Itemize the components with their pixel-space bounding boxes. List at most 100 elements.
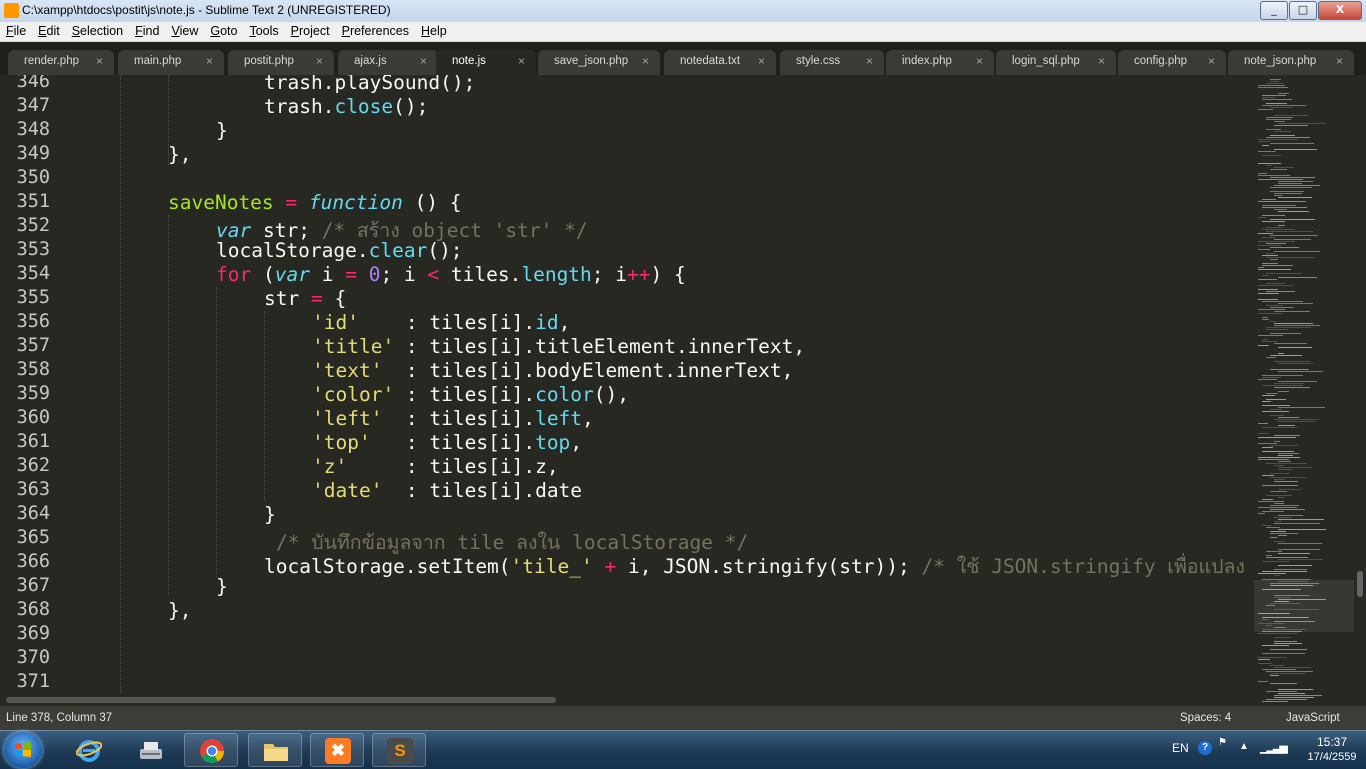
minimap-line — [1270, 673, 1306, 674]
window-controls: _ □ X — [1260, 1, 1362, 20]
code-line: localStorage.clear(); — [216, 239, 463, 262]
tab-index-php[interactable]: index.php × — [886, 50, 994, 75]
minimap[interactable] — [1254, 75, 1366, 706]
indent-guide — [264, 311, 265, 501]
tab-postit-php[interactable]: postit.php × — [228, 50, 334, 75]
minimap-line — [1266, 129, 1281, 130]
tab-close-icon[interactable]: × — [1336, 54, 1343, 68]
tab-close-icon[interactable]: × — [96, 54, 103, 68]
minimap-line — [1274, 167, 1294, 168]
tab-close-icon[interactable]: × — [642, 54, 649, 68]
minimap-line — [1274, 193, 1302, 194]
minimap-line — [1274, 311, 1310, 312]
code-editor[interactable]: 346 347 348 349 350 351 352 353 354 355 … — [0, 75, 1254, 694]
network-signal-icon[interactable]: ▁▂▃▅ — [1260, 741, 1288, 754]
minimap-line — [1274, 195, 1282, 196]
show-hidden-icons-icon[interactable]: ▲ — [1239, 741, 1249, 752]
minimap-viewport[interactable] — [1254, 580, 1354, 632]
tab-ajax-js[interactable]: ajax.js × — [338, 50, 438, 75]
syntax-mode[interactable]: JavaScript — [1286, 712, 1340, 724]
language-indicator[interactable]: EN — [1172, 741, 1189, 755]
tab-close-icon[interactable]: × — [206, 54, 213, 68]
menu-find[interactable]: Find — [129, 22, 165, 41]
line-number: 355 — [16, 287, 50, 308]
minimap-line — [1274, 121, 1285, 122]
minimap-line — [1274, 343, 1307, 344]
minimap-line — [1258, 573, 1286, 574]
menu-view[interactable]: View — [165, 22, 204, 41]
window-title-bar[interactable]: C:\xampp\htdocs\postit\js\note.js - Subl… — [0, 0, 1366, 23]
minimap-line — [1258, 201, 1306, 202]
line-number: 356 — [16, 311, 50, 332]
help-icon[interactable]: ? — [1198, 741, 1212, 755]
minimap-line — [1278, 391, 1289, 392]
taskbar-internet-explorer[interactable] — [62, 733, 116, 767]
minimap-line — [1266, 329, 1288, 330]
start-button[interactable] — [4, 732, 42, 768]
tab-label: render.php — [24, 55, 79, 67]
tab-note-json-php[interactable]: note_json.php × — [1228, 50, 1354, 75]
menu-edit[interactable]: Edit — [32, 22, 66, 41]
minimize-button[interactable]: _ — [1260, 1, 1288, 20]
tab-render-php[interactable]: render.php × — [8, 50, 114, 75]
menu-tools[interactable]: Tools — [243, 22, 284, 41]
tab-close-icon[interactable]: × — [866, 54, 873, 68]
minimap-line — [1270, 107, 1293, 108]
tab-close-icon[interactable]: × — [518, 54, 525, 68]
tab-label: postit.php — [244, 55, 294, 67]
minimap-line — [1274, 695, 1322, 696]
minimap-line — [1274, 251, 1320, 252]
tab-close-icon[interactable]: × — [976, 54, 983, 68]
tab-config-php[interactable]: config.php × — [1118, 50, 1226, 75]
minimap-line — [1266, 305, 1283, 306]
minimap-line — [1258, 437, 1296, 438]
tab-close-icon[interactable]: × — [1208, 54, 1215, 68]
menu-selection[interactable]: Selection — [66, 22, 129, 41]
code-area[interactable]: trash.playSound(); trash.close(); } }, s… — [72, 75, 1254, 694]
horizontal-scrollbar[interactable] — [0, 694, 1254, 706]
line-number: 366 — [16, 551, 50, 572]
minimap-line — [1262, 237, 1275, 238]
minimap-line — [1278, 197, 1312, 198]
vertical-scroll-thumb[interactable] — [1357, 571, 1363, 597]
minimap-line — [1266, 527, 1280, 528]
minimap-line — [1278, 123, 1326, 124]
indentation-setting[interactable]: Spaces: 4 — [1180, 712, 1231, 724]
tab-save-json-php[interactable]: save_json.php × — [538, 50, 660, 75]
tab-close-icon[interactable]: × — [758, 54, 765, 68]
minimap-line — [1270, 445, 1298, 446]
clock-time[interactable]: 15:37 — [1302, 735, 1362, 749]
tab-notedata-txt[interactable]: notedata.txt × — [664, 50, 776, 75]
tab-close-icon[interactable]: × — [1098, 54, 1105, 68]
minimap-line — [1278, 421, 1315, 422]
taskbar-chrome[interactable] — [184, 733, 238, 767]
minimap-line — [1278, 381, 1317, 382]
tab-login-sql-php[interactable]: login_sql.php × — [996, 50, 1116, 75]
tab-style-css[interactable]: style.css × — [780, 50, 884, 75]
tab-main-php[interactable]: main.php × — [118, 50, 224, 75]
menu-help[interactable]: Help — [415, 22, 453, 41]
minimap-line — [1258, 179, 1303, 180]
menu-goto[interactable]: Goto — [204, 22, 243, 41]
menu-project[interactable]: Project — [285, 22, 336, 41]
minimap-line — [1262, 215, 1285, 216]
taskbar-file-explorer[interactable] — [248, 733, 302, 767]
taskbar-scanner[interactable] — [124, 733, 178, 767]
minimap-line — [1258, 335, 1283, 336]
menu-preferences[interactable]: Preferences — [336, 22, 415, 41]
taskbar-xampp[interactable]: ✖ — [310, 733, 364, 767]
taskbar-sublime-text[interactable]: S — [372, 733, 426, 767]
action-center-flag-icon[interactable]: ⚑ — [1218, 737, 1227, 748]
minimap-line — [1274, 419, 1319, 420]
horizontal-scroll-thumb[interactable] — [6, 697, 556, 703]
tab-note-js[interactable]: note.js × — [436, 50, 536, 75]
code-line: } — [216, 575, 228, 598]
clock-date[interactable]: 17/4/2559 — [1302, 751, 1362, 763]
minimap-line — [1266, 231, 1313, 232]
menu-file[interactable]: File — [0, 22, 32, 41]
maximize-button[interactable]: □ — [1289, 1, 1317, 20]
close-button[interactable]: X — [1318, 1, 1362, 20]
tab-close-icon[interactable]: × — [316, 54, 323, 68]
minimap-line — [1262, 105, 1306, 106]
tab-close-icon[interactable]: × — [420, 54, 427, 68]
